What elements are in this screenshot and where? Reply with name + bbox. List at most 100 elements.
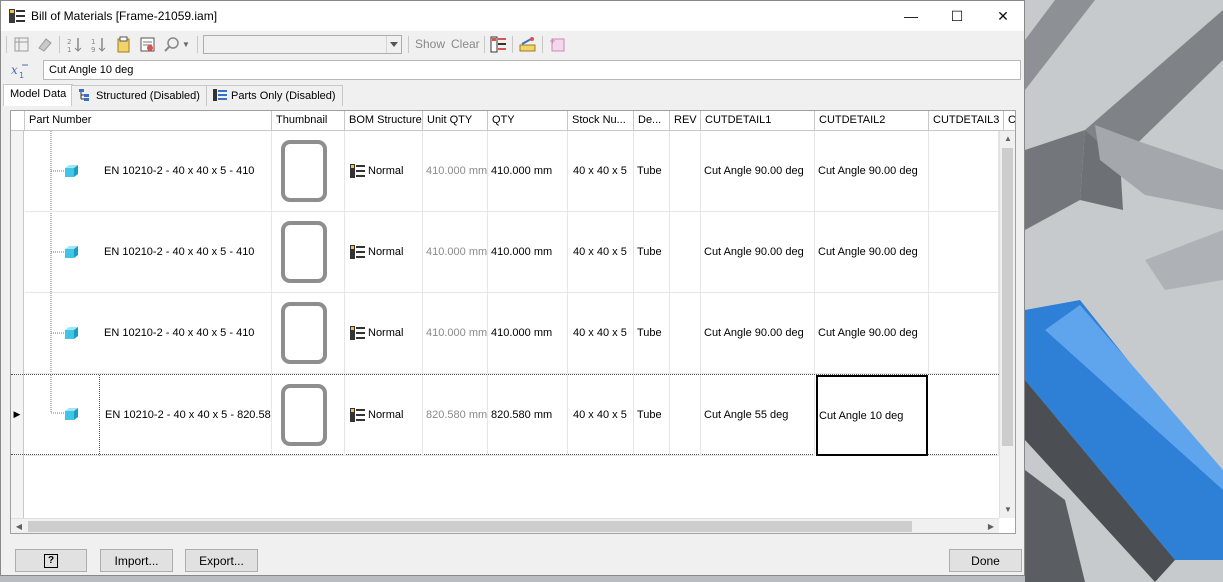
stock-number-cell[interactable]: 40 x 40 x 5 bbox=[568, 293, 634, 374]
rev-cell[interactable] bbox=[670, 293, 701, 374]
bom-dialog: Bill of Materials [Frame-21059.iam] — ☐ … bbox=[0, 0, 1025, 576]
description-cell[interactable]: Tube bbox=[634, 131, 670, 212]
maximize-button[interactable]: ☐ bbox=[934, 1, 980, 31]
rev-cell[interactable] bbox=[670, 375, 701, 456]
stock-number-cell[interactable]: 40 x 40 x 5 bbox=[568, 375, 634, 456]
svg-text:2: 2 bbox=[67, 38, 71, 46]
description-cell[interactable]: Tube bbox=[634, 375, 670, 456]
table-row-selected[interactable]: ▶ EN 10210-2 - 40 x 40 x 5 - 820.58 Norm… bbox=[11, 374, 999, 456]
cutdetail3-cell[interactable] bbox=[929, 293, 999, 374]
export-table-icon[interactable] bbox=[490, 36, 507, 53]
unit-qty-cell[interactable]: 410.000 mm bbox=[423, 212, 488, 293]
table-row[interactable]: EN 10210-2 - 40 x 40 x 5 - 410 Normal 41… bbox=[11, 212, 999, 293]
tab-structured[interactable]: Structured (Disabled) bbox=[71, 85, 207, 106]
cutdetail2-cell[interactable]: Cut Angle 90.00 deg bbox=[815, 293, 929, 374]
toolbar-grip bbox=[6, 36, 7, 53]
column-header-description[interactable]: De... bbox=[634, 111, 670, 131]
cutdetail2-cell[interactable]: Cut Angle 90.00 deg bbox=[815, 212, 929, 293]
column-header-rev[interactable]: REV bbox=[670, 111, 701, 131]
description-cell[interactable]: Tube bbox=[634, 212, 670, 293]
column-header-qty[interactable]: QTY bbox=[488, 111, 568, 131]
qty-cell[interactable]: 410.000 mm bbox=[488, 293, 568, 374]
cutdetail1-cell[interactable]: Cut Angle 55 deg bbox=[701, 375, 815, 456]
column-header-unit-qty[interactable]: Unit QTY bbox=[423, 111, 488, 131]
thumbnail-cell bbox=[272, 375, 345, 456]
unit-qty-cell[interactable]: 410.000 mm bbox=[423, 131, 488, 212]
cutdetail1-cell[interactable]: Cut Angle 90.00 deg bbox=[701, 293, 815, 374]
description-cell[interactable]: Tube bbox=[634, 293, 670, 374]
scroll-down-icon[interactable]: ▼ bbox=[1000, 502, 1015, 517]
cutdetail1-cell[interactable]: Cut Angle 90.00 deg bbox=[701, 212, 815, 293]
tab-model-data[interactable]: Model Data bbox=[3, 84, 74, 106]
table-row[interactable]: EN 10210-2 - 40 x 40 x 5 - 410 Normal 41… bbox=[11, 293, 999, 374]
bom-structure-cell[interactable]: Normal bbox=[345, 375, 423, 456]
vertical-scrollbar[interactable]: ▲ ▼ bbox=[999, 131, 1015, 518]
scroll-up-icon[interactable]: ▲ bbox=[1000, 131, 1015, 146]
column-header-cutdetail4[interactable]: CU bbox=[1004, 111, 1015, 131]
rev-cell[interactable] bbox=[670, 212, 701, 293]
add-custom-part-icon[interactable] bbox=[549, 36, 566, 53]
tab-parts-only[interactable]: Parts Only (Disabled) bbox=[206, 85, 343, 106]
column-header-thumbnail[interactable]: Thumbnail bbox=[272, 111, 345, 131]
find-dropdown-icon[interactable]: ▼ bbox=[182, 40, 190, 49]
chevron-down-icon[interactable] bbox=[386, 36, 401, 53]
stock-number-cell[interactable]: 40 x 40 x 5 bbox=[568, 212, 634, 293]
bom-structure-cell[interactable]: Normal bbox=[345, 131, 423, 212]
part-number-cell[interactable]: EN 10210-2 - 40 x 40 x 5 - 820.58 bbox=[99, 375, 272, 456]
cell-value-field[interactable] bbox=[43, 60, 1021, 80]
qty-cell[interactable]: 820.580 mm bbox=[488, 375, 568, 456]
column-header-part-number[interactable]: Part Number bbox=[25, 111, 272, 131]
export-button[interactable]: Export... bbox=[185, 549, 258, 572]
column-header-cutdetail1[interactable]: CUTDETAIL1 bbox=[701, 111, 815, 131]
show-button[interactable]: Show bbox=[415, 37, 445, 51]
sort-descending-icon[interactable]: 19 bbox=[90, 36, 107, 53]
column-header-cutdetail2[interactable]: CUTDETAIL2 bbox=[815, 111, 929, 131]
unit-qty-cell[interactable]: 410.000 mm bbox=[423, 293, 488, 374]
cutdetail1-cell[interactable]: Cut Angle 90.00 deg bbox=[701, 131, 815, 212]
bom-structure-cell[interactable]: Normal bbox=[345, 212, 423, 293]
unit-qty-cell[interactable]: 820.580 mm bbox=[423, 375, 488, 456]
import-button[interactable]: Import... bbox=[100, 549, 173, 572]
qty-cell[interactable]: 410.000 mm bbox=[488, 131, 568, 212]
sort-ascending-icon[interactable]: 21 bbox=[66, 36, 83, 53]
part-number-cell[interactable]: EN 10210-2 - 40 x 40 x 5 - 410 bbox=[99, 293, 272, 374]
close-button[interactable]: ✕ bbox=[980, 1, 1026, 31]
table-row[interactable]: EN 10210-2 - 40 x 40 x 5 - 410 Normal 41… bbox=[11, 131, 999, 212]
bom-structure-icon bbox=[350, 326, 365, 340]
clear-button[interactable]: Clear bbox=[451, 37, 480, 51]
minimize-button[interactable]: — bbox=[888, 1, 934, 31]
model-viewport[interactable] bbox=[1025, 0, 1223, 582]
item-numbering-icon[interactable] bbox=[115, 36, 132, 53]
horizontal-scrollbar[interactable]: ◀ ▶ bbox=[11, 518, 999, 533]
stock-number-cell[interactable]: 40 x 40 x 5 bbox=[568, 131, 634, 212]
renumber-icon[interactable] bbox=[139, 36, 156, 53]
column-header-bom-structure[interactable]: BOM Structure bbox=[345, 111, 423, 131]
scroll-left-icon[interactable]: ◀ bbox=[11, 519, 27, 533]
part-number-cell[interactable]: EN 10210-2 - 40 x 40 x 5 - 410 bbox=[99, 212, 272, 293]
bom-structure-value: Normal bbox=[368, 165, 404, 177]
choose-columns-icon[interactable] bbox=[13, 36, 30, 53]
done-button[interactable]: Done bbox=[949, 549, 1022, 572]
column-header-cutdetail3[interactable]: CUTDETAIL3 bbox=[929, 111, 1004, 131]
svg-text:9: 9 bbox=[91, 46, 95, 53]
horizontal-scroll-thumb[interactable] bbox=[28, 521, 912, 532]
rev-cell[interactable] bbox=[670, 131, 701, 212]
view-dropdown[interactable] bbox=[203, 35, 402, 54]
expression-icon[interactable]: x1 bbox=[10, 62, 30, 80]
bom-settings-icon[interactable] bbox=[519, 36, 536, 53]
find-icon[interactable] bbox=[163, 36, 180, 53]
help-button[interactable]: ? bbox=[15, 549, 87, 572]
eraser-icon[interactable] bbox=[36, 36, 53, 53]
qty-cell[interactable]: 410.000 mm bbox=[488, 212, 568, 293]
part-number-cell[interactable]: EN 10210-2 - 40 x 40 x 5 - 410 bbox=[99, 131, 272, 212]
cutdetail2-cell-active[interactable]: Cut Angle 10 deg bbox=[816, 375, 928, 456]
cutdetail3-cell[interactable] bbox=[929, 212, 999, 293]
scroll-right-icon[interactable]: ▶ bbox=[983, 519, 999, 533]
cutdetail3-cell[interactable] bbox=[929, 375, 999, 456]
cutdetail3-cell[interactable] bbox=[929, 131, 999, 212]
bom-structure-cell[interactable]: Normal bbox=[345, 293, 423, 374]
column-header-stock-number[interactable]: Stock Nu... bbox=[568, 111, 634, 131]
current-row-indicator-icon: ▶ bbox=[11, 375, 24, 454]
cutdetail2-cell[interactable]: Cut Angle 90.00 deg bbox=[815, 131, 929, 212]
vertical-scroll-thumb[interactable] bbox=[1002, 148, 1013, 446]
